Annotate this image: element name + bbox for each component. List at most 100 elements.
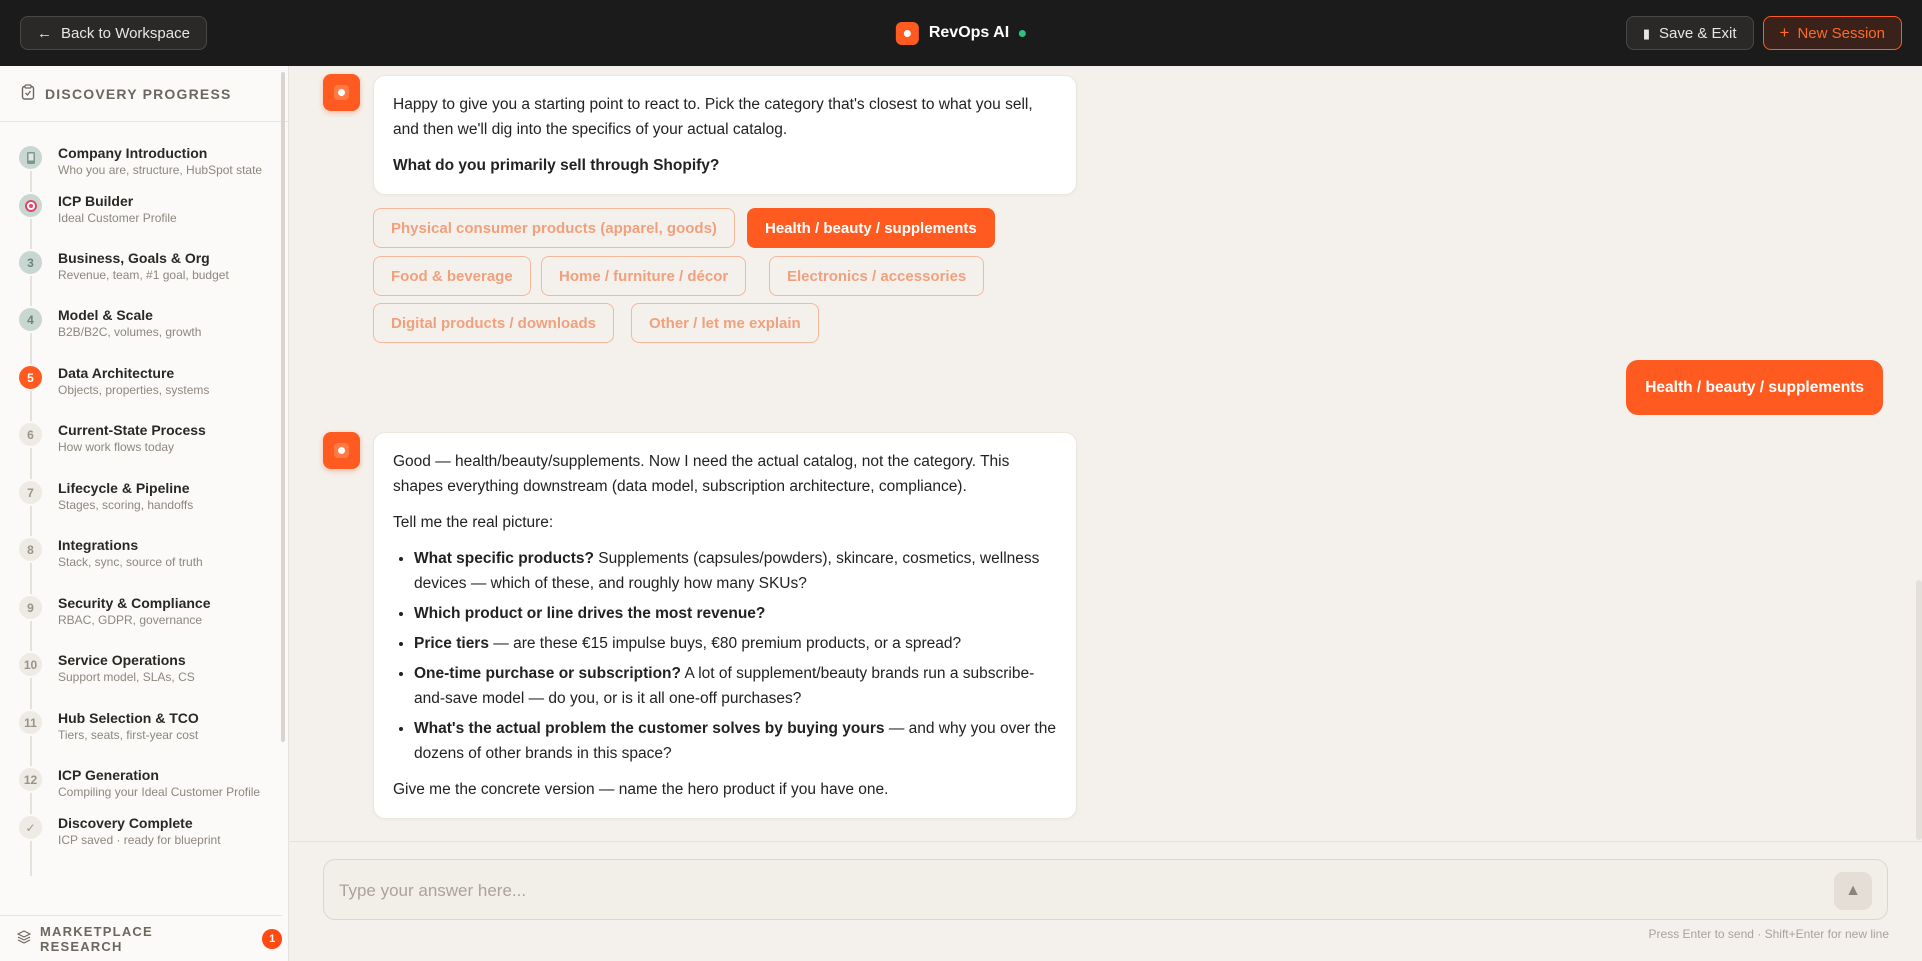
- step-number: 11: [17, 709, 44, 736]
- step-title: Discovery Complete: [58, 815, 193, 831]
- step-icp-builder[interactable]: ICP Builder Ideal Customer Profile: [0, 192, 280, 225]
- notification-badge: 1: [262, 928, 282, 949]
- save-exit-button[interactable]: ▮ Save & Exit: [1625, 16, 1754, 50]
- step-subtitle: Stack, sync, source of truth: [58, 555, 203, 569]
- step-number: 3: [17, 249, 44, 276]
- step-security-compliance[interactable]: 9 Security & Compliance RBAC, GDPR, gove…: [0, 594, 280, 627]
- answer-input-box: ▲: [323, 859, 1888, 921]
- step-title: Current-State Process: [58, 422, 206, 438]
- step-title: ICP Builder: [58, 193, 134, 209]
- sidebar-header: DISCOVERY PROGRESS: [0, 66, 288, 122]
- list-item: What's the actual problem the customer s…: [414, 716, 1057, 766]
- answer-input[interactable]: [339, 860, 1819, 921]
- step-title: Model & Scale: [58, 307, 153, 323]
- option-chip[interactable]: Other / let me explain: [631, 303, 819, 343]
- step-subtitle: Support model, SLAs, CS: [58, 670, 195, 684]
- arrow-left-icon: ←: [37, 24, 52, 42]
- assistant-avatar-icon: [323, 432, 360, 469]
- step-subtitle: Revenue, team, #1 goal, budget: [58, 268, 229, 282]
- step-business-goals-org[interactable]: 3 Business, Goals & Org Revenue, team, #…: [0, 249, 280, 282]
- step-subtitle: Stages, scoring, handoffs: [58, 498, 194, 512]
- marketplace-research-section[interactable]: MARKETPLACE RESEARCH 1: [0, 915, 282, 961]
- step-data-architecture[interactable]: 5 Data Architecture Objects, properties,…: [0, 364, 280, 397]
- step-subtitle: How work flows today: [58, 440, 175, 454]
- step-subtitle: Ideal Customer Profile: [58, 211, 177, 225]
- step-service-operations[interactable]: 10 Service Operations Support model, SLA…: [0, 651, 280, 684]
- target-icon: [17, 192, 44, 219]
- step-number: 12: [17, 766, 44, 793]
- keyboard-hint: Press Enter to send · Shift+Enter for ne…: [1648, 927, 1889, 941]
- option-chip[interactable]: Home / furniture / décor: [541, 256, 747, 296]
- question-list: What specific products? Supplements (cap…: [393, 546, 1057, 766]
- option-chip[interactable]: Physical consumer products (apparel, goo…: [373, 208, 735, 248]
- step-title: Service Operations: [58, 652, 186, 668]
- marketplace-research-label: MARKETPLACE RESEARCH: [40, 923, 153, 954]
- step-company-introduction[interactable]: Company Introduction Who you are, struct…: [0, 144, 280, 177]
- step-current-state-process[interactable]: 6 Current-State Process How work flows t…: [0, 421, 280, 454]
- assistant-message: Good — health/beauty/supplements. Now I …: [373, 432, 1077, 819]
- step-lifecycle-pipeline[interactable]: 7 Lifecycle & Pipeline Stages, scoring, …: [0, 479, 280, 512]
- list-item: Which product or line drives the most re…: [414, 601, 1057, 626]
- step-subtitle: Tiers, seats, first-year cost: [58, 728, 199, 742]
- sidebar-heading: DISCOVERY PROGRESS: [45, 85, 232, 102]
- save-exit-label: Save & Exit: [1658, 24, 1737, 42]
- step-number: 10: [17, 651, 44, 678]
- layers-icon: [16, 930, 32, 947]
- step-discovery-complete[interactable]: ✓ Discovery Complete ICP saved · ready f…: [0, 814, 280, 847]
- phone-icon: [17, 144, 44, 171]
- chat-thread: Happy to give you a starting point to re…: [290, 66, 1922, 841]
- step-title: Lifecycle & Pipeline: [58, 480, 190, 496]
- step-number: 4: [17, 306, 44, 333]
- step-model-scale[interactable]: 4 Model & Scale B2B/B2C, volumes, growth: [0, 306, 280, 339]
- step-number: 6: [17, 421, 44, 448]
- step-icp-generation[interactable]: 12 ICP Generation Compiling your Ideal C…: [0, 766, 280, 799]
- step-subtitle: Compiling your Ideal Customer Profile: [58, 785, 261, 799]
- option-chip[interactable]: Digital products / downloads: [373, 303, 615, 343]
- message-closing: Give me the concrete version — name the …: [393, 781, 889, 798]
- user-message: Health / beauty / supplements: [1626, 360, 1883, 415]
- app-brand: RevOps AI: [895, 0, 1027, 66]
- step-title: Company Introduction: [58, 145, 208, 161]
- step-title: ICP Generation: [58, 767, 159, 783]
- new-session-button[interactable]: + New Session: [1762, 16, 1902, 50]
- assistant-message: Happy to give you a starting point to re…: [373, 75, 1077, 195]
- step-subtitle: ICP saved · ready for blueprint: [58, 833, 221, 847]
- step-hub-selection-tco[interactable]: 11 Hub Selection & TCO Tiers, seats, fir…: [0, 709, 280, 742]
- list-item: Price tiers — are these €15 impulse buys…: [414, 631, 1057, 656]
- step-integrations[interactable]: 8 Integrations Stack, sync, source of tr…: [0, 536, 280, 569]
- step-title: Business, Goals & Org: [58, 250, 210, 266]
- step-subtitle: Who you are, structure, HubSpot state: [58, 163, 263, 177]
- step-subtitle: RBAC, GDPR, governance: [58, 613, 203, 627]
- step-subtitle: B2B/B2C, volumes, growth: [58, 325, 202, 339]
- step-title: Integrations: [58, 537, 139, 553]
- assistant-avatar-icon: [323, 74, 360, 111]
- online-status-dot: [1019, 29, 1027, 37]
- step-title: Data Architecture: [58, 365, 175, 381]
- revops-logo-icon: [895, 21, 919, 45]
- back-to-workspace-button[interactable]: ← Back to Workspace: [20, 16, 207, 50]
- back-button-label: Back to Workspace: [61, 24, 190, 42]
- app-title: RevOps AI: [928, 24, 1010, 41]
- list-item: What specific products? Supplements (cap…: [414, 546, 1057, 596]
- option-chip-selected[interactable]: Health / beauty / supplements: [747, 208, 995, 248]
- send-button[interactable]: ▲: [1834, 872, 1872, 910]
- option-chip[interactable]: Food & beverage: [373, 256, 531, 296]
- message-lead: Tell me the real picture:: [393, 514, 554, 531]
- message-text: Happy to give you a starting point to re…: [393, 96, 1033, 138]
- clipboard-icon: [21, 84, 35, 103]
- step-number: 9: [17, 594, 44, 621]
- composer: ▲ Press Enter to send · Shift+Enter for …: [290, 841, 1922, 961]
- plus-icon: +: [1779, 23, 1790, 42]
- checkmark-icon: ✓: [17, 814, 44, 841]
- message-question: What do you primarily sell through Shopi…: [393, 157, 720, 174]
- step-subtitle: Objects, properties, systems: [58, 383, 210, 397]
- step-list: Company Introduction Who you are, struct…: [0, 136, 280, 876]
- step-number: 7: [17, 479, 44, 506]
- top-bar: ← Back to Workspace RevOps AI ▮ Save & E…: [0, 0, 1922, 66]
- step-number: 8: [17, 536, 44, 563]
- sidebar-scrollbar[interactable]: [281, 72, 285, 742]
- chat-scrollbar[interactable]: [1916, 580, 1922, 840]
- send-arrow-icon: ▲: [1845, 882, 1861, 899]
- option-chip[interactable]: Electronics / accessories: [769, 256, 985, 296]
- message-intro: Good — health/beauty/supplements. Now I …: [393, 453, 1010, 495]
